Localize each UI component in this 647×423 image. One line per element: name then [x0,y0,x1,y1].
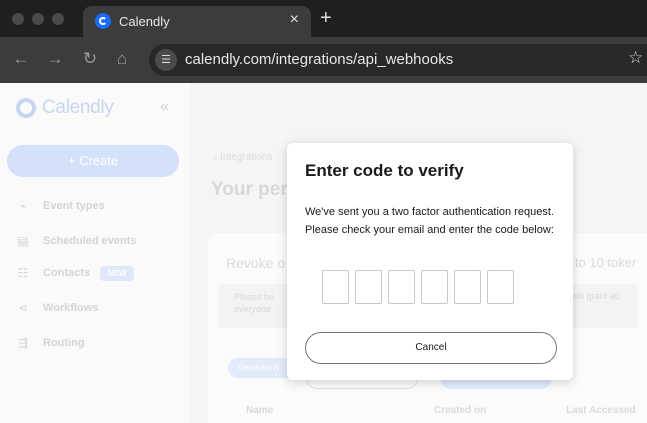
sidebar-item-label: Event types [43,200,105,212]
reload-icon[interactable]: ↻ [80,49,100,69]
modal-body-text: We've sent you a two factor authenticati… [305,206,554,236]
browser-tab-strip: Calendly × + [0,0,647,37]
logo-text: Calendly [42,97,114,118]
link-icon: ⌁ [19,199,27,213]
contacts-icon: ☷ [17,266,29,280]
workflows-icon: ⋖ [17,301,29,315]
column-header-created: Created on [434,405,487,416]
back-arrow-icon[interactable]: ← [11,49,31,69]
note-text-left: Please be everyone [234,292,275,314]
sidebar-item-event-types[interactable]: ⌁ Event types [16,197,105,215]
sidebar-item-label: Routing [43,337,85,349]
sidebar-item-label: Workflows [43,302,99,314]
sidebar-item-contacts[interactable]: ☷ Contacts NEW [16,264,135,282]
sidebar-item-routing[interactable]: ⇶ Routing [16,334,85,352]
window-close-dot[interactable] [12,13,24,25]
breadcrumb[interactable]: ‹ Integrations [214,152,272,163]
window-maximize-dot[interactable] [52,13,64,25]
column-header-last-accessed: Last Accessed [566,405,636,416]
verify-code-modal: Enter code to verify We've sent you a tw… [287,143,573,380]
cancel-button[interactable]: Cancel [305,332,557,364]
card-heading: Revoke o [226,255,286,271]
window-minimize-dot[interactable] [32,13,44,25]
sidebar-item-label: Contacts [43,267,91,279]
modal-title: Enter code to verify [305,161,464,180]
tab-title: Calendly [119,14,170,29]
column-header-name: Name [246,405,274,416]
new-tab-icon[interactable]: + [320,8,332,28]
home-icon[interactable]: ⌂ [112,49,132,69]
sidebar: Calendly « + Create ⌁ Event types ▤ Sche… [0,83,190,423]
token-limit-text: p to 10 toker [564,255,637,270]
calendly-logo[interactable]: Calendly [16,97,114,119]
site-info-icon[interactable]: ☰ [155,49,177,71]
sidebar-item-label: Scheduled events [43,235,137,247]
sidebar-item-scheduled-events[interactable]: ▤ Scheduled events [16,232,137,250]
calendar-icon: ▤ [17,234,29,248]
forward-arrow-icon[interactable]: → [45,49,65,69]
tab-close-icon[interactable]: × [290,11,299,29]
bookmark-star-icon[interactable]: ☆ [628,48,643,68]
code-digit-input[interactable] [454,270,481,304]
code-digit-input[interactable] [388,270,415,304]
address-bar[interactable]: ☰ calendly.com/integrations/api_webhooks [149,44,647,76]
new-badge: NEW [100,265,135,281]
code-digit-input[interactable] [421,270,448,304]
code-digit-input[interactable] [322,270,349,304]
url-text[interactable]: calendly.com/integrations/api_webhooks [185,51,453,68]
browser-tab-calendly[interactable]: Calendly × [83,6,311,37]
code-digit-input[interactable] [355,270,382,304]
sidebar-item-workflows[interactable]: ⋖ Workflows [16,299,98,317]
browser-toolbar: ← → ↻ ⌂ ☰ calendly.com/integrations/api_… [0,37,647,83]
calendly-favicon-icon [95,13,111,29]
calendly-logo-icon [16,98,36,118]
create-button[interactable]: + Create [7,145,179,177]
routing-icon: ⇶ [17,336,29,350]
page-title: Your per [211,179,288,200]
code-digit-input[interactable] [487,270,514,304]
collapse-sidebar-icon[interactable]: « [160,98,169,116]
code-input-row [322,270,520,304]
